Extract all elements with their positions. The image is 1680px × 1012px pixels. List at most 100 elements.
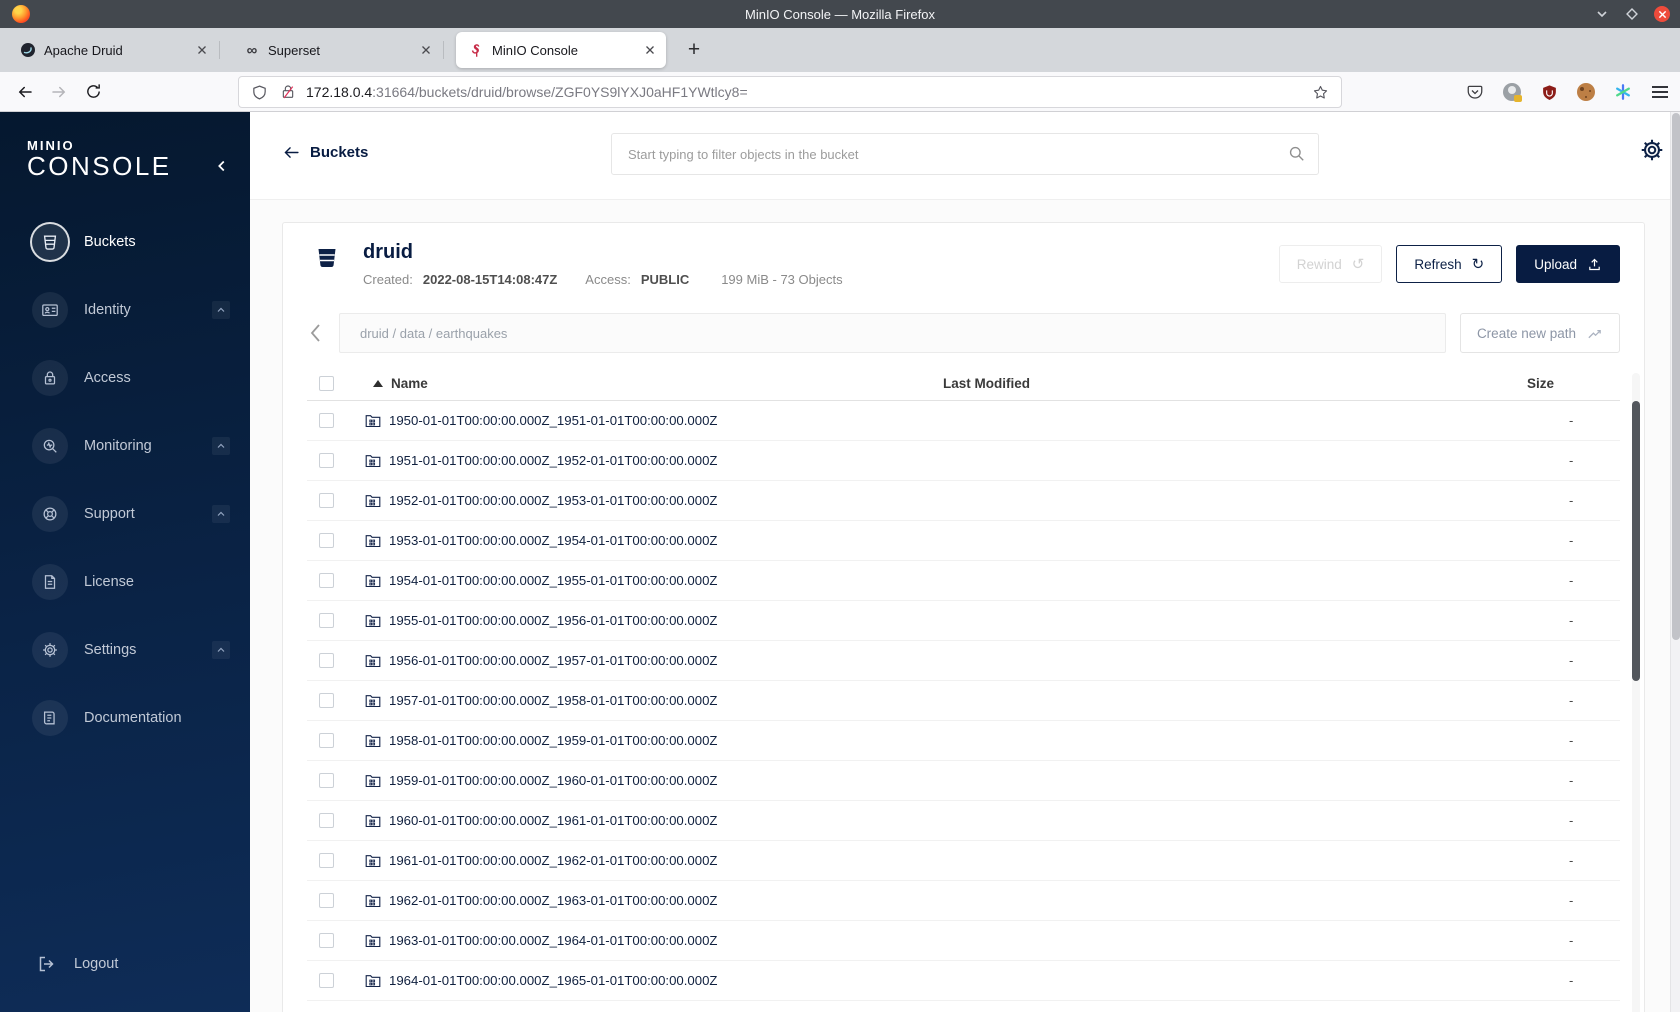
window-maximize-button[interactable] <box>1624 6 1640 22</box>
url-bar[interactable]: 172.18.0.4:31664/buckets/druid/browse/ZG… <box>238 76 1342 108</box>
ublock-extension-icon[interactable] <box>1539 82 1559 102</box>
console-settings-gear-icon[interactable] <box>1638 136 1666 164</box>
tracking-shield-icon[interactable] <box>251 84 268 101</box>
object-size: - <box>1569 733 1574 748</box>
rewind-button[interactable]: Rewind ↺ <box>1278 245 1383 283</box>
access-value: PUBLIC <box>640 272 690 287</box>
table-row[interactable]: 1964-01-01T00:00:00.000Z_1965-01-01T00:0… <box>307 961 1620 1001</box>
row-checkbox[interactable] <box>319 813 334 828</box>
multi-account-containers-icon[interactable] <box>1613 82 1633 102</box>
reload-button[interactable] <box>76 77 110 107</box>
column-header-name[interactable]: Name <box>391 376 428 391</box>
row-checkbox[interactable] <box>319 973 334 988</box>
main-content: Buckets dru <box>250 112 1680 1012</box>
chevron-up-icon[interactable] <box>212 437 230 455</box>
table-row[interactable]: 1954-01-01T00:00:00.000Z_1955-01-01T00:0… <box>307 561 1620 601</box>
chevron-up-icon[interactable] <box>212 505 230 523</box>
table-row[interactable]: 1962-01-01T00:00:00.000Z_1963-01-01T00:0… <box>307 881 1620 921</box>
page-scrollbar-thumb[interactable] <box>1672 113 1680 640</box>
cookie-extension-icon[interactable] <box>1576 82 1596 102</box>
forward-button[interactable] <box>42 77 76 107</box>
column-header-size[interactable]: Size <box>1517 376 1620 391</box>
sidebar-item-buckets[interactable]: Buckets <box>0 208 250 276</box>
table-row[interactable]: 1956-01-01T00:00:00.000Z_1957-01-01T00:0… <box>307 641 1620 681</box>
table-row[interactable]: 1955-01-01T00:00:00.000Z_1956-01-01T00:0… <box>307 601 1620 641</box>
tab-superset[interactable]: ∞ Superset <box>232 32 444 68</box>
row-checkbox[interactable] <box>319 853 334 868</box>
table-row[interactable]: 1953-01-01T00:00:00.000Z_1954-01-01T00:0… <box>307 521 1620 561</box>
sort-ascending-icon[interactable] <box>373 380 383 387</box>
row-checkbox[interactable] <box>319 653 334 668</box>
bookmark-star-icon[interactable] <box>1312 84 1329 101</box>
back-button[interactable] <box>8 77 42 107</box>
breadcrumb[interactable]: druid / data / earthquakes <box>339 313 1446 353</box>
table-row[interactable]: 1950-01-01T00:00:00.000Z_1951-01-01T00:0… <box>307 401 1620 441</box>
sidebar-item-identity[interactable]: Identity <box>0 276 250 344</box>
select-all-checkbox[interactable] <box>319 376 334 391</box>
table-scrollbar-thumb[interactable] <box>1632 401 1640 681</box>
sidebar-collapse-icon[interactable] <box>214 158 230 174</box>
row-checkbox[interactable] <box>319 453 334 468</box>
row-checkbox[interactable] <box>319 933 334 948</box>
object-name: 1960-01-01T00:00:00.000Z_1961-01-01T00:0… <box>389 813 718 828</box>
insecure-lock-icon[interactable] <box>280 84 296 100</box>
tab-close-icon[interactable] <box>642 42 658 58</box>
table-row[interactable]: 1952-01-01T00:00:00.000Z_1953-01-01T00:0… <box>307 481 1620 521</box>
chevron-up-icon[interactable] <box>212 301 230 319</box>
table-row[interactable]: 1963-01-01T00:00:00.000Z_1964-01-01T00:0… <box>307 921 1620 961</box>
sidebar-item-support[interactable]: Support <box>0 480 250 548</box>
refresh-button[interactable]: Refresh ↻ <box>1396 245 1503 283</box>
documentation-icon <box>32 700 68 736</box>
sidebar-item-logout[interactable]: Logout <box>0 940 250 988</box>
objects-table: Name Last Modified Size 1950-01-01T00:00… <box>307 367 1620 1012</box>
path-toolbar: druid / data / earthquakes Create new pa… <box>283 299 1644 359</box>
table-row[interactable]: 1958-01-01T00:00:00.000Z_1959-01-01T00:0… <box>307 721 1620 761</box>
tab-label: MinIO Console <box>492 42 578 58</box>
row-checkbox[interactable] <box>319 573 334 588</box>
account-extension-icon[interactable] <box>1502 82 1522 102</box>
sidebar-item-license[interactable]: License <box>0 548 250 616</box>
row-checkbox[interactable] <box>319 773 334 788</box>
row-checkbox[interactable] <box>319 533 334 548</box>
table-row[interactable]: 1951-01-01T00:00:00.000Z_1952-01-01T00:0… <box>307 441 1620 481</box>
table-row[interactable]: 1957-01-01T00:00:00.000Z_1958-01-01T00:0… <box>307 681 1620 721</box>
row-checkbox[interactable] <box>319 493 334 508</box>
page-scrollbar-track[interactable] <box>1670 112 1680 1012</box>
row-checkbox[interactable] <box>319 733 334 748</box>
sidebar-item-settings[interactable]: Settings <box>0 616 250 684</box>
sidebar-item-monitoring[interactable]: Monitoring <box>0 412 250 480</box>
row-checkbox[interactable] <box>319 413 334 428</box>
table-row[interactable]: 1961-01-01T00:00:00.000Z_1962-01-01T00:0… <box>307 841 1620 881</box>
tab-close-icon[interactable] <box>418 42 434 58</box>
sidebar-item-documentation[interactable]: Documentation <box>0 684 250 752</box>
sidebar-item-access[interactable]: Access <box>0 344 250 412</box>
column-header-last-modified[interactable]: Last Modified <box>937 376 1517 391</box>
table-row[interactable]: 1960-01-01T00:00:00.000Z_1961-01-01T00:0… <box>307 801 1620 841</box>
window-close-button[interactable] <box>1654 6 1670 22</box>
table-row[interactable]: 1959-01-01T00:00:00.000Z_1960-01-01T00:0… <box>307 761 1620 801</box>
search-icon <box>1287 144 1306 163</box>
prefix-folder-icon <box>365 533 381 548</box>
tab-bar: Apache Druid ∞ Superset MinIO Console + <box>0 28 1680 72</box>
tab-minio-console[interactable]: MinIO Console <box>456 32 666 68</box>
create-new-path-button[interactable]: Create new path <box>1459 313 1620 353</box>
window-minimize-button[interactable] <box>1594 6 1610 22</box>
pocket-icon[interactable] <box>1465 82 1485 102</box>
filter-objects-input[interactable] <box>611 133 1319 175</box>
path-back-chevron-icon[interactable] <box>307 322 333 344</box>
object-size: - <box>1569 453 1574 468</box>
table-row[interactable]: 1965-01-01T00:00:00.000Z_1966-01-01T00:0… <box>307 1001 1620 1012</box>
bucket-name: druid <box>363 241 413 263</box>
tab-close-icon[interactable] <box>194 42 210 58</box>
new-tab-button[interactable]: + <box>680 38 708 62</box>
tab-apache-druid[interactable]: Apache Druid <box>8 32 220 68</box>
menu-hamburger-icon[interactable] <box>1650 82 1670 102</box>
row-checkbox[interactable] <box>319 613 334 628</box>
upload-button[interactable]: Upload <box>1516 245 1620 283</box>
back-to-buckets-link[interactable]: Buckets <box>283 144 368 161</box>
object-size: - <box>1569 653 1574 668</box>
object-size: - <box>1569 533 1574 548</box>
chevron-up-icon[interactable] <box>212 641 230 659</box>
row-checkbox[interactable] <box>319 893 334 908</box>
row-checkbox[interactable] <box>319 693 334 708</box>
